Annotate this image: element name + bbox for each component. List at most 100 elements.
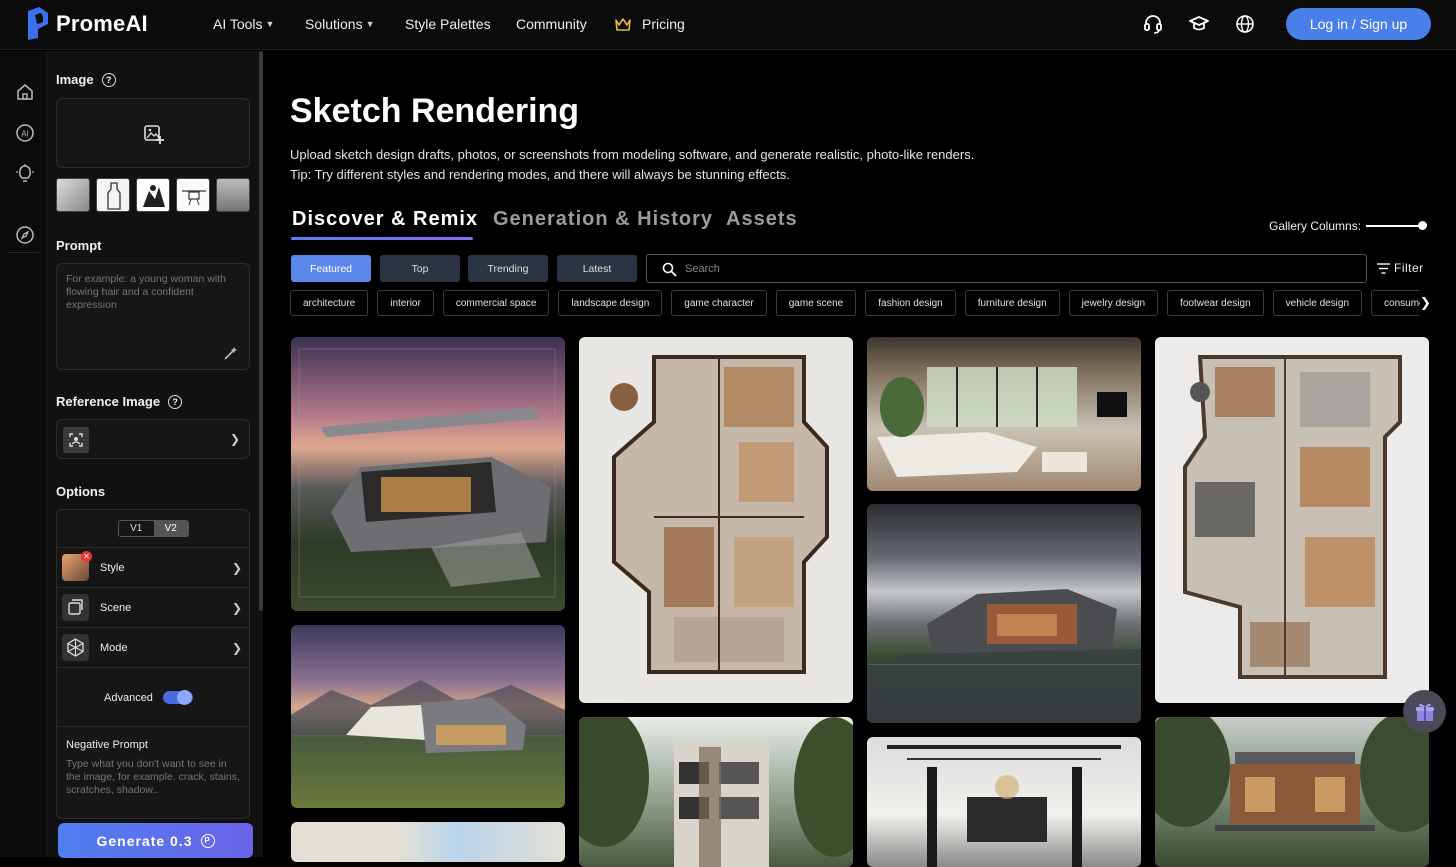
- style-option[interactable]: ✕ Style ❯: [57, 547, 249, 587]
- mode-icon: [62, 634, 89, 661]
- help-icon[interactable]: ?: [168, 394, 183, 409]
- gallery-card[interactable]: [1155, 717, 1429, 867]
- reference-section-label: Reference Image ?: [56, 394, 183, 409]
- add-image-icon: [144, 125, 164, 144]
- tag-jewelry-design[interactable]: jewelry design: [1068, 290, 1159, 316]
- nav-solutions[interactable]: Solutions ▼: [305, 16, 375, 32]
- credit-coin-icon: P: [200, 833, 215, 848]
- sample-thumbnail[interactable]: [216, 178, 250, 212]
- tag-architecture[interactable]: architecture: [290, 290, 369, 316]
- gallery-card[interactable]: [579, 717, 853, 867]
- version-toggle: V1 V2: [118, 520, 189, 537]
- panel-scrollbar[interactable]: [259, 51, 263, 611]
- image-label: Image: [56, 72, 94, 87]
- tab-discover-remix[interactable]: Discover & Remix: [292, 208, 478, 231]
- gallery-card[interactable]: [291, 337, 565, 611]
- lightbulb-icon[interactable]: [15, 164, 35, 184]
- generate-button[interactable]: Generate 0.3 P: [58, 823, 253, 858]
- gallery-card[interactable]: [867, 737, 1141, 867]
- tag-commercial-space[interactable]: commercial space: [442, 290, 550, 316]
- chevron-right-icon: ❯: [231, 640, 242, 655]
- scene-option-label: Scene: [100, 601, 132, 614]
- reference-image-selector[interactable]: ❯: [56, 419, 250, 459]
- tag-interior[interactable]: interior: [377, 290, 434, 316]
- compass-icon[interactable]: [15, 225, 35, 245]
- tag-vehicle-design[interactable]: vehicle design: [1272, 290, 1363, 316]
- tag-footwear-design[interactable]: footwear design: [1167, 290, 1264, 316]
- tag-fashion-design[interactable]: fashion design: [865, 290, 956, 316]
- nav-style-palettes[interactable]: Style Palettes: [405, 16, 491, 32]
- help-icon[interactable]: ?: [101, 72, 116, 87]
- logo[interactable]: PromeAI: [26, 7, 148, 40]
- globe-icon[interactable]: [1234, 13, 1256, 35]
- advanced-row: Advanced: [57, 667, 249, 727]
- generate-label: Generate 0.3: [96, 832, 193, 849]
- gallery-card[interactable]: [291, 822, 565, 862]
- tag-game-character[interactable]: game character: [671, 290, 767, 316]
- gift-button[interactable]: [1403, 690, 1446, 733]
- search-icon: [662, 262, 677, 277]
- nav-pricing[interactable]: Pricing: [614, 16, 685, 32]
- filter-featured[interactable]: Featured: [291, 255, 371, 282]
- tab-assets[interactable]: Assets: [726, 208, 798, 231]
- filter-button[interactable]: Filter: [1377, 261, 1424, 275]
- modern-house-render: [298, 348, 556, 598]
- sample-thumbnail[interactable]: [176, 178, 210, 212]
- headset-icon[interactable]: [1142, 13, 1164, 35]
- gallery-card[interactable]: [579, 337, 853, 703]
- filter-top[interactable]: Top: [380, 255, 460, 282]
- nav-community[interactable]: Community: [516, 16, 587, 32]
- page-title: Sketch Rendering: [290, 92, 580, 130]
- login-signup-button[interactable]: Log in / Sign up: [1286, 8, 1431, 40]
- filter-trending[interactable]: Trending: [468, 255, 548, 282]
- figure-sketch-icon: [143, 185, 165, 207]
- remove-style-icon[interactable]: ✕: [81, 551, 92, 562]
- svg-text:AI: AI: [21, 130, 29, 139]
- gallery-columns-slider-handle[interactable]: [1418, 221, 1427, 230]
- tag-consumer[interactable]: consumer: [1371, 290, 1420, 316]
- prompt-input[interactable]: For example: a young woman with flowing …: [56, 263, 250, 370]
- style-option-label: Style: [100, 561, 125, 574]
- filter-latest[interactable]: Latest: [557, 255, 637, 282]
- gallery-card[interactable]: [867, 504, 1141, 723]
- image-section-label: Image ?: [56, 72, 116, 87]
- reference-image-thumb: [63, 427, 89, 453]
- sample-thumbnails: [56, 178, 250, 212]
- negative-prompt-input[interactable]: Type what you don't want to see in the i…: [66, 758, 241, 797]
- mode-option[interactable]: Mode ❯: [57, 627, 249, 667]
- scene-option[interactable]: Scene ❯: [57, 587, 249, 627]
- top-bar: PromeAI AI Tools ▼ Solutions ▼ Style Palet…: [0, 0, 1456, 50]
- sample-thumbnail[interactable]: [56, 178, 90, 212]
- version-v1-button[interactable]: V1: [119, 521, 154, 536]
- gallery-columns-slider[interactable]: [1366, 225, 1422, 227]
- advanced-toggle[interactable]: [163, 690, 193, 705]
- filter-icon: [1377, 262, 1390, 274]
- tag-game-scene[interactable]: game scene: [775, 290, 857, 316]
- nav-style-palettes-label: Style Palettes: [405, 16, 491, 32]
- gallery-card[interactable]: [291, 625, 565, 808]
- search-placeholder: Search: [685, 262, 720, 275]
- nav-pricing-label: Pricing: [642, 16, 685, 32]
- chevron-right-icon: ❯: [229, 432, 240, 446]
- sample-thumbnail[interactable]: [136, 178, 170, 212]
- prompt-label: Prompt: [56, 238, 102, 253]
- version-v2-button[interactable]: V2: [153, 521, 188, 536]
- tag-landscape-design[interactable]: landscape design: [558, 290, 663, 316]
- ai-icon[interactable]: AI: [15, 123, 35, 143]
- interior-hall-render: [887, 745, 1121, 867]
- nav-ai-tools[interactable]: AI Tools ▼: [213, 16, 274, 32]
- tab-generation-history[interactable]: Generation & History: [493, 208, 713, 231]
- home-icon[interactable]: [15, 82, 35, 102]
- gallery-card[interactable]: [1155, 337, 1429, 703]
- chevron-right-icon[interactable]: ❯: [1420, 295, 1431, 311]
- gallery-card[interactable]: [867, 337, 1141, 491]
- search-input[interactable]: Search: [646, 254, 1367, 283]
- tag-furniture-design[interactable]: furniture design: [964, 290, 1060, 316]
- gallery-columns-label: Gallery Columns:: [1269, 219, 1362, 233]
- image-upload-area[interactable]: [56, 98, 250, 168]
- sample-thumbnail[interactable]: [96, 178, 130, 212]
- graduation-cap-icon[interactable]: [1188, 13, 1210, 35]
- page-description: Upload sketch design drafts, photos, or …: [290, 147, 975, 162]
- magic-wand-icon[interactable]: [223, 346, 238, 361]
- chevron-right-icon: ❯: [231, 600, 242, 615]
